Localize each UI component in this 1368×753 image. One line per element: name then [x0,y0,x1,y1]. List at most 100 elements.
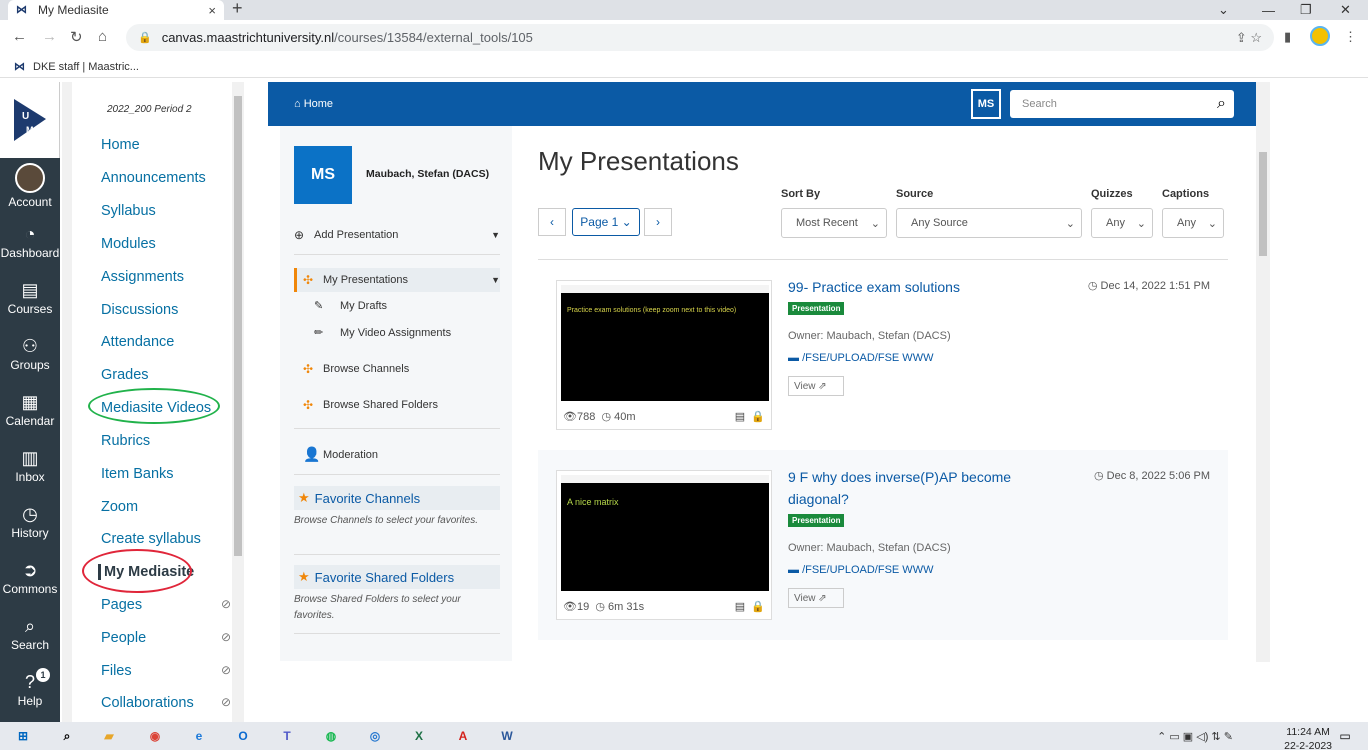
browser-globe-icon[interactable]: ◎ [364,726,386,746]
hidden-eye-icon: ⊘ [220,695,231,709]
global-nav-courses[interactable]: ▤ Courses [0,270,60,326]
reload-icon[interactable]: ↻ [70,28,83,46]
my-drafts-link[interactable]: ✎ My Drafts [314,299,387,313]
spotify-icon[interactable]: ◍ [320,726,342,746]
global-nav-scrollbar[interactable] [62,82,72,722]
next-page-button[interactable]: › [644,208,672,236]
global-nav-search[interactable]: ⌕ Search [0,606,60,662]
view-button[interactable]: View ⇗ [788,588,844,608]
outlook-icon[interactable]: O [232,726,254,746]
chrome-icon[interactable]: ◉ [144,726,166,746]
page-select[interactable]: Page 1 ⌄ [572,208,640,236]
course-nav-grades[interactable]: Grades [101,367,231,383]
new-tab-button[interactable]: + [232,0,243,19]
course-nav-collaborations[interactable]: Collaborations ⊘ [101,695,231,711]
windows-start-icon[interactable]: ⊞ [12,726,34,746]
course-nav-create-syllabus[interactable]: Create syllabus [101,531,231,547]
course-nav-announcements[interactable]: Announcements [101,170,231,186]
word-icon[interactable]: W [496,726,518,746]
my-video-assignments-link[interactable]: ✏ My Video Assignments [314,326,451,340]
presentation-thumbnail[interactable]: Practice exam solutions (keep zoom next … [556,280,772,430]
edge-icon[interactable]: e [188,726,210,746]
quizzes-select[interactable]: Any ⌄ [1091,208,1153,238]
global-nav-account[interactable]: Account [0,158,60,214]
collaborations-label: Collaborations [101,695,194,711]
sort-by-select[interactable]: Most Recent ⌄ [781,208,887,238]
search-icon[interactable]: ⌕ [56,726,78,746]
window-close-icon[interactable]: ✕ [1340,0,1351,20]
scrollbar-thumb[interactable] [234,96,242,556]
add-presentation-button[interactable]: ⊕ Add Presentation ▼ [294,228,500,242]
global-nav-groups[interactable]: ⚇ Groups [0,326,60,382]
menu-icon[interactable]: ⋮ [1344,29,1357,45]
quizzes-value: Any [1106,217,1125,229]
tab-search-icon[interactable]: ⌄ [1218,0,1229,20]
sidebar-toggle-icon[interactable]: ▮ [1284,29,1291,45]
user-badge[interactable]: MS [971,89,1001,119]
course-nav-discussions[interactable]: Discussions [101,302,231,318]
scrollbar-thumb[interactable] [1259,152,1267,256]
forward-icon[interactable]: → [42,28,57,45]
source-select[interactable]: Any Source ⌄ [896,208,1082,238]
presentation-title[interactable]: 9 F why does inverse(P)AP become diagona… [788,466,1038,510]
course-nav-scrollbar[interactable] [232,82,244,722]
view-button[interactable]: View ⇗ [788,376,844,396]
global-nav-history[interactable]: ◷ History [0,494,60,550]
people-label: People [101,630,147,646]
mediasite-favicon-icon: ⋈ [16,4,27,16]
course-nav-zoom[interactable]: Zoom [101,499,231,515]
course-nav-pages[interactable]: Pages ⊘ [101,597,231,613]
course-nav-modules[interactable]: Modules [101,236,231,252]
course-nav-syllabus[interactable]: Syllabus [101,203,231,219]
page-scrollbar[interactable] [1256,82,1270,662]
mediasite-sidebar: MS Maubach, Stefan (DACS) ⊕ Add Presenta… [280,126,512,661]
inbox-icon: ▥ [21,448,39,468]
course-nav-files[interactable]: Files ⊘ [101,663,231,679]
taskbar-clock[interactable]: 11:24 AM 22-2-2023 [1284,725,1332,753]
course-nav-attendance[interactable]: Attendance [101,334,231,350]
excel-icon[interactable]: X [408,726,430,746]
file-explorer-icon[interactable]: ▰ [98,726,120,746]
course-nav-home[interactable]: Home [101,137,231,153]
course-nav-assignments[interactable]: Assignments [101,269,231,285]
search-icon[interactable]: ⌕ [1217,95,1226,113]
back-icon[interactable]: ← [12,28,27,45]
course-nav-people[interactable]: People ⊘ [101,630,231,646]
acrobat-icon[interactable]: A [452,726,474,746]
global-nav-help[interactable]: ? 1 Help [0,662,60,718]
course-nav-item-banks[interactable]: Item Banks [101,466,231,482]
global-nav-dashboard[interactable]: ◔ Dashboard [0,214,60,270]
global-nav-inbox[interactable]: ▥ Inbox [0,438,60,494]
divider [294,254,500,255]
my-presentations-link[interactable]: ✣ My Presentations ▼ [294,268,500,292]
profile-avatar[interactable] [1310,26,1330,46]
notifications-icon[interactable]: ▭ [1334,726,1356,746]
presentation-folder[interactable]: ▬ /FSE/UPLOAD/FSE WWW [788,352,933,364]
moderation-link[interactable]: 👤 Moderation [294,446,500,463]
course-nav-rubrics[interactable]: Rubrics [101,433,231,449]
user-name: Maubach, Stefan (DACS) [366,168,490,180]
home-icon[interactable]: ⌂ [98,28,107,45]
prev-page-button[interactable]: ‹ [538,208,566,236]
browse-shared-folders-link[interactable]: ✣ Browse Shared Folders [294,398,500,412]
global-nav-commons[interactable]: ➲ Commons [0,550,60,606]
mediasite-search-input[interactable]: Search ⌕ [1010,90,1234,118]
url-field[interactable]: 🔒 canvas.maastrichtuniversity.nl/courses… [126,24,1274,51]
tab-close-icon[interactable]: × [208,3,216,18]
restore-icon[interactable]: ❐ [1300,0,1312,20]
browse-channels-link[interactable]: ✣ Browse Channels [294,362,500,376]
teams-icon[interactable]: T [276,726,298,746]
bookmark-dke-staff[interactable]: DKE staff | Maastric... [33,61,139,73]
presentation-thumbnail[interactable]: A nice matrix 👁19 ◷ 6m 31s ▤ 🔒 [556,470,772,620]
favorite-channels-heading: ★ Favorite Channels [294,486,500,510]
mediasite-home-link[interactable]: ⌂ Home [294,98,333,110]
global-nav-calendar[interactable]: ▦ Calendar [0,382,60,438]
browser-tab[interactable]: ⋈ My Mediasite × [8,0,224,20]
minimize-icon[interactable]: — [1262,0,1275,20]
captions-select[interactable]: Any ⌄ [1162,208,1224,238]
system-tray-icons[interactable]: ⌃ ▭ ▣ ◁) ⇅ ✎ [1130,726,1260,746]
um-logo[interactable]: UM [0,82,60,158]
share-icon[interactable]: ⇪ ☆ [1236,30,1262,46]
presentation-title[interactable]: 99- Practice exam solutions [788,276,1038,298]
presentation-folder[interactable]: ▬ /FSE/UPLOAD/FSE WWW [788,564,933,576]
